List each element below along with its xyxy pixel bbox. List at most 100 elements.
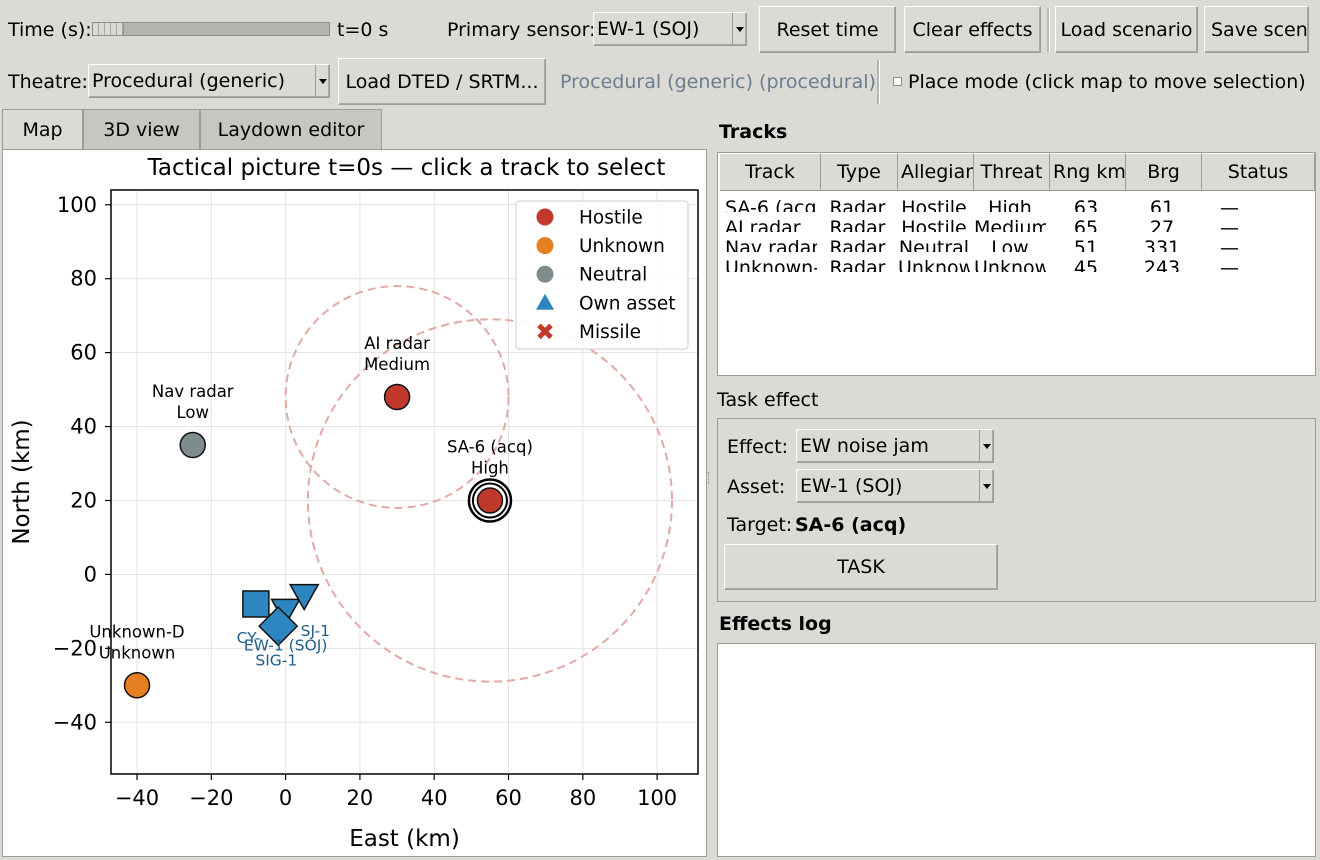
cell-status: — — [1220, 218, 1239, 232]
cell-type: Radar — [829, 198, 886, 212]
y-tick-label: 20 — [70, 488, 97, 512]
track-marker[interactable] — [179, 431, 206, 459]
column-header-status[interactable]: Status — [1202, 153, 1315, 191]
x-tick-label: 0 — [279, 786, 292, 810]
time-slider[interactable] — [92, 22, 330, 36]
primary-sensor-value: EW-1 (SOJ) — [597, 18, 700, 40]
legend-marker — [536, 208, 554, 226]
column-header-bearing[interactable]: Brg — [1126, 153, 1202, 191]
tab-map[interactable]: Map — [2, 109, 83, 150]
column-header-allegiance[interactable]: Allegiance — [898, 153, 974, 191]
asset-label: Asset: — [727, 476, 786, 498]
column-header-threat[interactable]: Threat — [974, 153, 1050, 191]
asset-marker[interactable] — [242, 590, 270, 618]
x-tick-label: 20 — [347, 786, 374, 810]
x-tick-label: 60 — [495, 786, 522, 810]
table-row[interactable]: Unknown-D Radar Unknown Unknown 45 243 — — [718, 254, 1315, 272]
track-marker[interactable] — [476, 487, 504, 514]
reset-time-button[interactable]: Reset time — [759, 6, 896, 53]
effect-label: Effect: — [727, 436, 789, 458]
cell-allegiance: Hostile — [901, 198, 967, 212]
theatre-select[interactable]: Procedural (generic) — [88, 64, 330, 98]
cell-threat: Unknown — [974, 258, 1046, 272]
cell-allegiance: Hostile — [901, 218, 967, 232]
place-mode-checkbox[interactable] — [893, 77, 902, 86]
cell-threat: Low — [991, 238, 1029, 252]
target-label: Target: — [727, 514, 793, 536]
y-tick-label: 100 — [57, 193, 97, 217]
cell-track: SA-6 (acq) — [725, 198, 817, 212]
cell-bearing: 331 — [1143, 238, 1181, 252]
column-header-range[interactable]: Rng km — [1050, 153, 1126, 191]
cell-threat: Medium — [974, 218, 1046, 232]
cell-status: — — [1220, 198, 1239, 212]
effects-log[interactable] — [717, 643, 1316, 857]
x-tick-label: 100 — [637, 786, 677, 810]
legend-label: Own asset — [579, 293, 676, 314]
cell-status: — — [1220, 258, 1239, 272]
track-threat-label: High — [471, 458, 509, 477]
column-header-track[interactable]: Track — [720, 153, 821, 191]
asset-select[interactable]: EW-1 (SOJ) — [796, 469, 994, 503]
cell-allegiance: Neutral — [898, 238, 970, 252]
primary-sensor-label: Primary sensor: — [447, 19, 596, 41]
target-value: SA-6 (acq) — [795, 514, 907, 536]
tab-laydown-editor[interactable]: Laydown editor — [200, 109, 382, 149]
tab-3d-view[interactable]: 3D view — [83, 109, 200, 149]
chevron-down-icon — [315, 65, 329, 97]
x-tick-label: 80 — [569, 786, 596, 810]
time-label: Time (s): — [8, 19, 92, 41]
chart-title: Tactical picture t=0s — click a track to… — [147, 155, 666, 181]
track-marker[interactable] — [383, 383, 411, 411]
legend-label: Neutral — [579, 265, 647, 286]
cell-range: 63 — [1073, 198, 1099, 212]
cell-track: AI radar — [725, 218, 801, 232]
place-mode-label: Place mode (click map to move selection) — [908, 71, 1306, 93]
task-button[interactable]: TASK — [724, 544, 998, 590]
cell-type: Radar — [829, 238, 886, 252]
chevron-down-icon — [979, 470, 993, 502]
cell-track: Unknown-D — [725, 258, 817, 272]
y-tick-label: −40 — [53, 710, 97, 734]
track-label: Nav radar — [152, 382, 234, 401]
load-scenario-button[interactable]: Load scenario — [1055, 6, 1198, 53]
tactical-map[interactable]: AI radar Medium Nav radar Low SA-6 (acq) High… — [3, 150, 706, 856]
track-marker[interactable] — [123, 672, 151, 699]
table-row[interactable]: SA-6 (acq) Radar Hostile High 63 61 — — [718, 194, 1315, 212]
track-label: Unknown-D — [89, 622, 184, 641]
map-panel[interactable]: AI radar Medium Nav radar Low SA-6 (acq) High… — [2, 149, 707, 857]
time-slider-handle[interactable] — [93, 23, 124, 35]
y-axis-label: North (km) — [9, 419, 35, 544]
legend-marker — [536, 237, 554, 255]
y-tick-label: 40 — [70, 415, 97, 439]
table-row[interactable]: Nav radar Radar Neutral Low 51 331 — — [718, 234, 1315, 252]
effect-value: EW noise jam — [800, 435, 929, 457]
load-dted-button[interactable]: Load DTED / SRTM... — [338, 58, 546, 105]
y-tick-label: −20 — [53, 636, 97, 660]
legend-label: Unknown — [579, 236, 665, 257]
chevron-down-icon — [979, 430, 993, 462]
y-tick-label: 0 — [84, 562, 97, 586]
track-threat-label: Medium — [364, 355, 430, 374]
tracks-table[interactable]: Track Type Allegiance Threat Rng km Brg … — [717, 152, 1316, 376]
clear-effects-button[interactable]: Clear effects — [904, 6, 1041, 53]
column-header-type[interactable]: Type — [821, 153, 898, 191]
toolbar-separator — [877, 60, 880, 104]
splitter-handle[interactable] — [708, 472, 712, 484]
cell-range: 51 — [1073, 238, 1099, 252]
effect-select[interactable]: EW noise jam — [796, 429, 994, 463]
task-effect-title: Task effect — [717, 389, 819, 411]
track-threat-label: Low — [176, 403, 209, 422]
tracks-title: Tracks — [719, 121, 788, 143]
x-tick-label: 40 — [421, 786, 448, 810]
table-row[interactable]: AI radar Radar Hostile Medium 65 27 — — [718, 214, 1315, 232]
track-threat-label: Unknown — [99, 643, 176, 662]
x-tick-label: −40 — [115, 786, 159, 810]
primary-sensor-select[interactable]: EW-1 (SOJ) — [593, 12, 747, 46]
track-label: SA-6 (acq) — [447, 437, 533, 456]
cell-bearing: 27 — [1149, 218, 1175, 232]
save-scenario-button[interactable]: Save scen — [1204, 6, 1309, 53]
x-tick-label: −20 — [189, 786, 233, 810]
legend-label: Missile — [579, 322, 641, 343]
y-tick-label: 80 — [70, 267, 97, 291]
